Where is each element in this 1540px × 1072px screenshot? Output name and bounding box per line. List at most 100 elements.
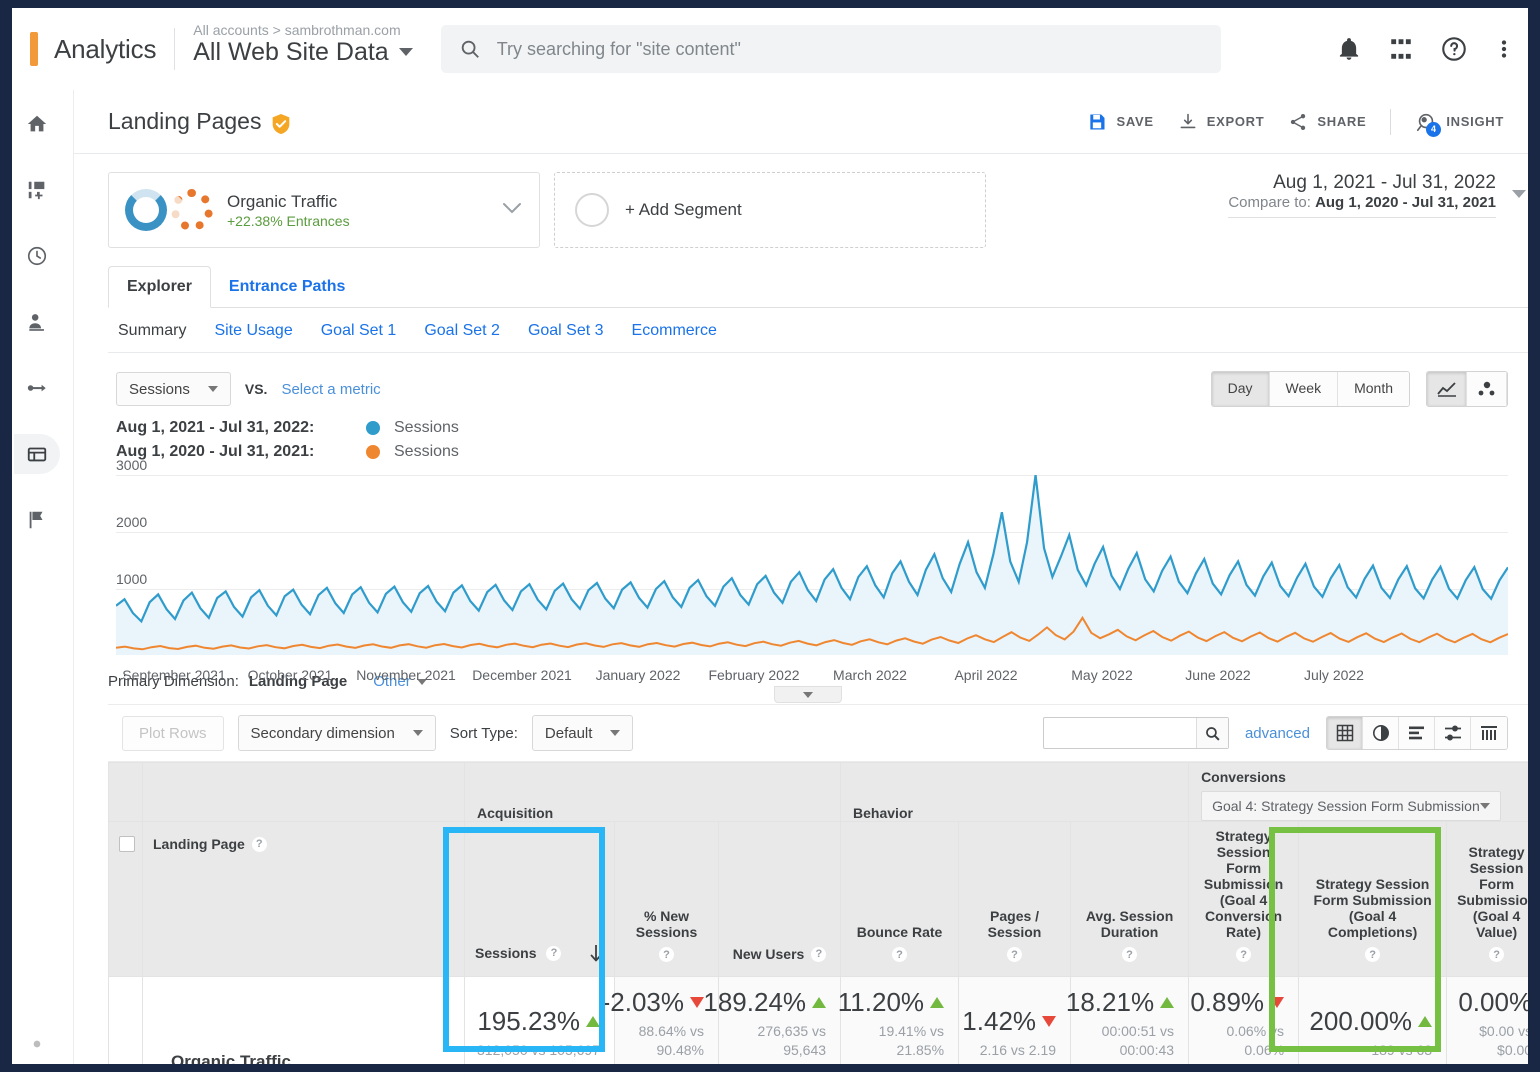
row-checkbox-cell[interactable] xyxy=(109,977,143,1065)
legend-range-current: Aug 1, 2021 - Jul 31, 2022: xyxy=(116,419,366,437)
view-table-button[interactable] xyxy=(1327,717,1363,749)
table-search[interactable] xyxy=(1043,717,1229,749)
segment-card-organic-traffic[interactable]: Organic Traffic +22.38% Entrances xyxy=(108,172,540,248)
legend-name-current: Sessions xyxy=(394,419,459,437)
motion-chart-button[interactable] xyxy=(1467,372,1507,406)
sidebar-item-customization[interactable] xyxy=(14,170,60,210)
granularity-day[interactable]: Day xyxy=(1212,372,1270,406)
advanced-link[interactable]: advanced xyxy=(1245,725,1310,742)
account-selector[interactable]: All accounts > sambrothman.com All Web S… xyxy=(193,28,412,71)
granularity-month[interactable]: Month xyxy=(1338,372,1409,406)
download-icon xyxy=(1178,112,1198,132)
cell-pages-per-session-compare: 2.16 vs 2.19 xyxy=(969,1041,1056,1060)
help-icon[interactable]: ? xyxy=(1007,947,1022,962)
divider xyxy=(1228,217,1496,218)
col-sessions-inner: Sessions ? xyxy=(475,944,604,962)
property-name-wrap[interactable]: All Web Site Data xyxy=(193,38,412,67)
col-pages-per-session[interactable]: Pages / Session ? xyxy=(959,822,1071,977)
subtab-site-usage[interactable]: Site Usage xyxy=(214,322,292,340)
col-goal4-completions[interactable]: Strategy Session Form Submission (Goal 4… xyxy=(1299,822,1447,977)
top-bar: Analytics All accounts > sambrothman.com… xyxy=(12,8,1528,90)
plot-rows-button[interactable]: Plot Rows xyxy=(122,716,224,751)
col-percent-new-sessions[interactable]: % New Sessions ? xyxy=(615,822,719,977)
granularity-week[interactable]: Week xyxy=(1270,372,1339,406)
help-icon[interactable]: ? xyxy=(546,946,561,961)
col-goal4-conversion-rate[interactable]: Strategy Session Form Submission (Goal 4… xyxy=(1189,822,1299,977)
goal-select[interactable]: Goal 4: Strategy Session Form Submission xyxy=(1201,791,1501,821)
donut-current-icon xyxy=(125,189,167,231)
col-bounce-rate[interactable]: Bounce Rate ? xyxy=(841,822,959,977)
view-pivot-button[interactable] xyxy=(1471,717,1507,749)
view-comparison-button[interactable] xyxy=(1435,717,1471,749)
col-new-users-inner: New Users ? xyxy=(729,946,830,962)
help-icon[interactable]: ? xyxy=(1489,947,1504,962)
metric-select[interactable]: Sessions xyxy=(116,372,231,406)
col-goal4-completions-label: Strategy Session Form Submission (Goal 4… xyxy=(1309,876,1436,940)
export-button[interactable]: EXPORT xyxy=(1178,112,1265,132)
sidebar-item-behavior[interactable] xyxy=(14,434,60,474)
table-row[interactable]: Organic Traffic 195.23% 312,050 vs 105,6… xyxy=(109,977,1529,1065)
x-tick-1: October 2021 xyxy=(232,667,348,683)
col-goal4-value[interactable]: Strategy Session Form Submission (Goal 4… xyxy=(1447,822,1528,977)
col-sessions[interactable]: Sessions ? xyxy=(465,822,615,977)
sort-type-select[interactable]: Default xyxy=(532,715,634,751)
date-range-selector[interactable]: Aug 1, 2021 - Jul 31, 2022 Compare to: A… xyxy=(1228,172,1504,218)
help-icon[interactable]: ? xyxy=(892,947,907,962)
search-input[interactable]: Try searching for "site content" xyxy=(441,25,1221,73)
help-icon[interactable]: ? xyxy=(1236,947,1251,962)
table-search-button[interactable] xyxy=(1196,718,1228,748)
sidebar-item-admin[interactable] xyxy=(14,1024,60,1064)
line-chart-button[interactable] xyxy=(1427,372,1467,406)
subtab-summary[interactable]: Summary xyxy=(118,322,186,340)
save-button[interactable]: SAVE xyxy=(1087,112,1153,132)
help-icon[interactable]: ? xyxy=(1365,947,1380,962)
comparison-icon xyxy=(1444,725,1462,741)
sessions-line-chart[interactable]: 3000 2000 1000 September 2021 October 20… xyxy=(108,475,1508,655)
table-search-input[interactable] xyxy=(1044,718,1196,748)
trend-up-icon xyxy=(930,997,944,1008)
view-performance-button[interactable] xyxy=(1399,717,1435,749)
date-range-chevron-down-icon[interactable] xyxy=(1512,190,1526,198)
help-icon[interactable]: ? xyxy=(659,947,674,962)
secondary-dimension-select[interactable]: Secondary dimension xyxy=(238,715,436,751)
group-blank-dimension xyxy=(143,763,465,822)
add-segment-button[interactable]: + Add Segment xyxy=(554,172,986,248)
tab-explorer[interactable]: Explorer xyxy=(108,266,211,308)
col-avg-session-duration-inner: Avg. Session Duration ? xyxy=(1081,908,1178,962)
sidebar-item-home[interactable] xyxy=(14,104,60,144)
tab-entrance-paths[interactable]: Entrance Paths xyxy=(211,267,363,307)
help-icon[interactable]: ? xyxy=(1122,947,1137,962)
col-avg-session-duration[interactable]: Avg. Session Duration ? xyxy=(1071,822,1189,977)
sidebar-item-conversions[interactable] xyxy=(14,500,60,540)
subtab-goal-set-2[interactable]: Goal Set 2 xyxy=(424,322,500,340)
sidebar-item-acquisition[interactable] xyxy=(14,368,60,408)
help-icon[interactable]: ? xyxy=(252,837,267,852)
chart-expander-handle[interactable] xyxy=(774,686,842,703)
cell-avg-session-duration: 18.21% 00:00:51 vs 00:00:43 xyxy=(1071,977,1189,1065)
chart-svg xyxy=(116,475,1508,655)
more-options-icon[interactable] xyxy=(1494,36,1514,62)
segment-chevron-down-icon[interactable] xyxy=(501,201,523,220)
sidebar-item-audience[interactable] xyxy=(14,302,60,342)
select-all-checkbox[interactable] xyxy=(119,836,135,852)
share-icon xyxy=(1288,112,1308,132)
col-landing-page[interactable]: Landing Page ? xyxy=(143,822,465,977)
help-icon[interactable] xyxy=(1440,35,1468,63)
subtab-goal-set-1[interactable]: Goal Set 1 xyxy=(321,322,397,340)
col-new-users[interactable]: New Users ? xyxy=(719,822,841,977)
view-pie-button[interactable] xyxy=(1363,717,1399,749)
help-icon[interactable]: ? xyxy=(811,947,826,962)
select-a-metric-link[interactable]: Select a metric xyxy=(281,381,380,398)
chevron-down-icon[interactable] xyxy=(399,48,413,56)
insights-button[interactable]: 4 INSIGHT xyxy=(1415,111,1504,133)
pie-chart-icon xyxy=(1372,724,1390,742)
cell-new-users: 189.24% 276,635 vs 95,643 xyxy=(719,977,841,1065)
subtab-ecommerce[interactable]: Ecommerce xyxy=(632,322,717,340)
sidebar-item-realtime[interactable] xyxy=(14,236,60,276)
metric-select-value: Sessions xyxy=(129,381,190,398)
share-button[interactable]: SHARE xyxy=(1288,112,1366,132)
notifications-bell-icon[interactable] xyxy=(1336,36,1362,62)
subtab-goal-set-3[interactable]: Goal Set 3 xyxy=(528,322,604,340)
apps-grid-icon[interactable] xyxy=(1388,36,1414,62)
landing-pages-table: Acquisition Behavior Conversions Goal 4:… xyxy=(108,762,1528,1064)
